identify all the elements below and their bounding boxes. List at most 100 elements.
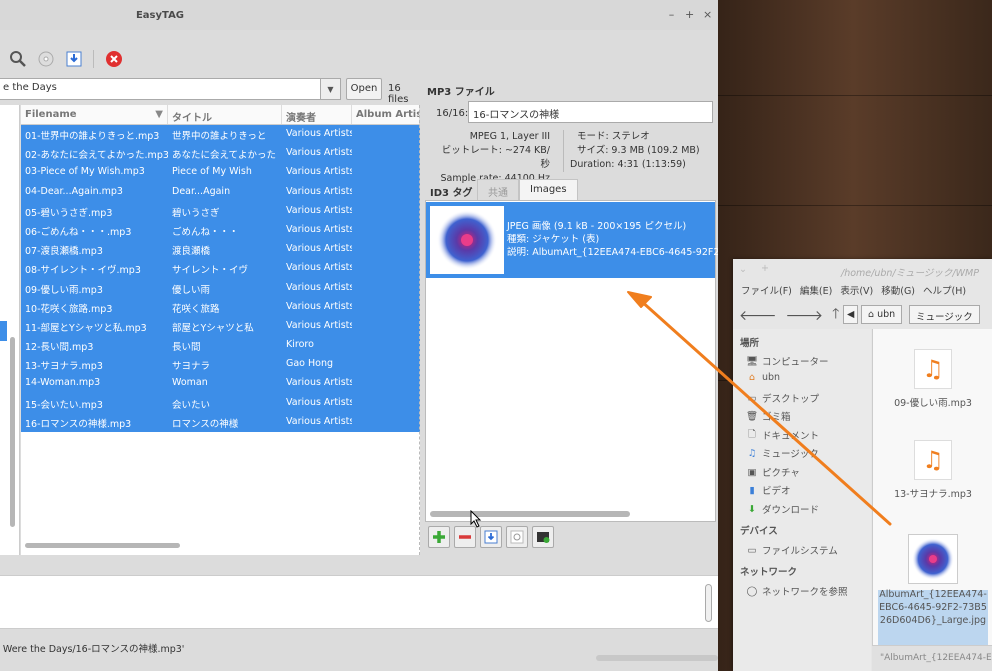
table-row[interactable]: 10-花咲く旅路.mp3 花咲く旅路 Various Artists xyxy=(21,297,420,317)
save-button[interactable] xyxy=(62,47,86,71)
minimize-button[interactable]: – xyxy=(667,8,676,21)
sidebar-item-trash[interactable]: 🗑 ゴミ箱 xyxy=(745,409,791,424)
tree-scrollbar[interactable] xyxy=(10,337,15,527)
file-item-selected[interactable]: AlbumArt_{12EEA474- EBC6-4645-92F2-73B5 … xyxy=(873,534,992,627)
sidebar-item-downloads[interactable]: ⬇ ダウンロード xyxy=(746,502,819,517)
up-icon[interactable]: 🡑 xyxy=(832,303,839,327)
document-icon: 🗋 xyxy=(748,429,756,440)
sidebar-item-videos[interactable]: ▮ ビデオ xyxy=(746,483,790,498)
images-scrollbar[interactable] xyxy=(430,511,630,517)
column-title[interactable]: タイトル xyxy=(168,105,282,124)
trash-icon: 🗑 xyxy=(745,410,759,422)
column-album-artist[interactable]: Album Artist xyxy=(352,105,420,124)
tab-common[interactable]: 共通 xyxy=(477,179,519,200)
devices-heading: デバイス xyxy=(740,526,778,537)
table-row[interactable]: 14-Woman.mp3 Woman Various Artists xyxy=(21,374,420,394)
menu-edit[interactable]: 編集(E) xyxy=(800,283,832,297)
status-bar: e Were the Days/16-ロマンスの神様.mp3' xyxy=(0,644,185,655)
network-heading: ネットワーク xyxy=(740,567,798,578)
fm-sidebar: 場所 🖥 コンピューター ⌂ ubn ▭ デスクトップ 🗑 ゴミ箱 🗋 ドキュメント ♫ ミ… xyxy=(733,329,871,671)
back-icon[interactable]: 🡐 xyxy=(739,307,777,324)
sidebar-item-network[interactable]: ◯ ネットワークを参照 xyxy=(746,584,848,599)
properties-icon xyxy=(510,530,524,544)
save-image-button[interactable] xyxy=(480,526,502,548)
easytag-window: EasyTAG – + × e the Days ▼ Open 16 files xyxy=(0,0,718,671)
forward-icon[interactable]: 🡒 xyxy=(786,307,824,324)
table-row[interactable]: 05-碧いうさぎ.mp3 碧いうさぎ Various Artists xyxy=(21,201,420,221)
table-row[interactable]: 11-部屋とYシャツと私.mp3 部屋とYシャツと私 Various Artists xyxy=(21,316,420,337)
path-input[interactable]: e the Days xyxy=(0,78,321,100)
tab-images[interactable]: Images xyxy=(519,179,578,200)
fm-titlebar[interactable]: ⌄ + /home/ubn/ミュージック/WMP xyxy=(733,259,992,281)
titlebar[interactable]: EasyTAG – + × xyxy=(0,0,718,30)
table-row[interactable]: 06-ごめんね・・・.mp3 ごめんね・・・ Various Artists xyxy=(21,220,420,241)
crumb-music[interactable]: ミュージック xyxy=(909,305,980,324)
image-toolbar xyxy=(428,526,554,550)
table-row[interactable]: 03-Piece of My Wish.mp3 Piece of My Wish V… xyxy=(21,163,420,183)
table-row[interactable]: 02-あなたに会えてよかった.mp3 あなたに会えてよかった Various Art… xyxy=(21,144,420,164)
crumb-prev-button[interactable]: ◀ xyxy=(843,305,859,324)
menu-go[interactable]: 移動(G) xyxy=(881,283,915,297)
tag-panel: MP3 ファイル 16/16: 16-ロマンスの神様 MPEG 1, Layer… xyxy=(424,78,718,555)
sidebar-item-pictures[interactable]: ▣ ピクチャ xyxy=(746,465,800,480)
sidebar-item-documents[interactable]: 🗋 ドキュメント xyxy=(746,428,819,442)
file-item[interactable]: ♫ 09-優しい雨.mp3 xyxy=(873,349,992,409)
table-row[interactable]: 12-長い間.mp3 長い間 Kiroro xyxy=(21,336,420,356)
apply-image-button[interactable] xyxy=(532,526,554,548)
column-filename[interactable]: Filename ▼ xyxy=(21,105,168,124)
path-dropdown[interactable]: ▼ xyxy=(320,78,341,100)
file-manager-window: ⌄ + /home/ubn/ミュージック/WMP ファイル(F) 編集(E) 表… xyxy=(733,259,992,671)
filename-field[interactable]: 16-ロマンスの神様 xyxy=(468,101,713,123)
add-image-button[interactable] xyxy=(428,526,450,548)
table-row[interactable]: 01-世界中の誰よりきっと.mp3 世界中の誰よりきっと Various Artis… xyxy=(21,125,420,145)
sort-down-icon: ▼ xyxy=(155,109,163,120)
table-row[interactable]: 08-サイレント・イヴ.mp3 サイレント・イヴ Various Artists xyxy=(21,259,420,279)
search-button[interactable] xyxy=(6,47,30,71)
table-row[interactable]: 13-サヨナラ.mp3 サヨナラ Gao Hong xyxy=(21,355,420,375)
file-item[interactable]: ♫ 13-サヨナラ.mp3 xyxy=(873,440,992,500)
minus-icon xyxy=(459,535,471,539)
fm-pin-icon[interactable]: + xyxy=(761,263,769,274)
album-art-image xyxy=(437,210,497,270)
sidebar-item-music[interactable]: ♫ ミュージック xyxy=(746,446,819,461)
file-list: Filename ▼ タイトル 演奏者 Album Artist 01-世界中の… xyxy=(21,105,420,555)
image-properties-button[interactable] xyxy=(506,526,528,548)
stop-button[interactable] xyxy=(102,47,126,71)
open-button[interactable]: Open xyxy=(346,78,382,100)
images-list[interactable]: JPEG 画像 (9.1 kB - 200×195 ピクセル) 種類: ジャケッ… xyxy=(425,200,718,522)
table-row[interactable]: 09-優しい雨.mp3 優しい雨 Various Artists xyxy=(21,278,420,298)
table-row[interactable]: 15-会いたい.mp3 会いたい Various Artists xyxy=(21,393,420,413)
image-item[interactable]: JPEG 画像 (9.1 kB - 200×195 ピクセル) 種類: ジャケッ… xyxy=(426,202,718,278)
menu-file[interactable]: ファイル(F) xyxy=(741,283,792,297)
pane-separator xyxy=(419,105,420,555)
cd-icon xyxy=(38,51,54,67)
maximize-button[interactable]: + xyxy=(685,8,694,21)
close-button[interactable]: × xyxy=(703,8,712,21)
close-circle-icon xyxy=(106,51,122,67)
fm-window-menu-icon[interactable]: ⌄ xyxy=(739,264,747,275)
download-icon: ⬇ xyxy=(748,503,756,515)
table-row[interactable]: 04-Dear...Again.mp3 Dear...Again Various A… xyxy=(21,182,420,202)
column-artist[interactable]: 演奏者 xyxy=(282,105,352,124)
sidebar-item-filesystem[interactable]: ▭ ファイルシステム xyxy=(746,543,838,558)
log-scrollbar[interactable] xyxy=(705,584,712,622)
remove-image-button[interactable] xyxy=(454,526,476,548)
video-icon: ▮ xyxy=(749,484,755,496)
cd-button[interactable] xyxy=(34,47,58,71)
sidebar-item-computer[interactable]: 🖥 コンピューター xyxy=(746,354,829,369)
album-art-image xyxy=(912,538,954,580)
file-list-scrollbar[interactable] xyxy=(25,543,180,548)
browser-bar: e the Days ▼ Open 16 files xyxy=(0,78,420,105)
file-type-heading: MP3 ファイル xyxy=(427,87,495,98)
mouse-cursor-icon xyxy=(470,510,482,528)
table-row[interactable]: 07-渡良瀬橋.mp3 渡良瀬橋 Various Artists xyxy=(21,240,420,260)
tree-selected-item[interactable] xyxy=(0,321,7,341)
sidebar-item-home[interactable]: ⌂ ubn xyxy=(746,372,780,383)
sidebar-item-desktop[interactable]: ▭ デスクトップ xyxy=(746,391,820,406)
menu-view[interactable]: 表示(V) xyxy=(840,283,873,297)
crumb-ubn[interactable]: ⌂ ubn xyxy=(861,305,903,324)
menu-help[interactable]: ヘルプ(H) xyxy=(923,283,966,297)
directory-tree[interactable] xyxy=(0,105,20,555)
fm-file-view: ♫ 09-優しい雨.mp3 ♫ 13-サヨナラ.mp3 AlbumArt_{12… xyxy=(872,329,992,671)
table-row[interactable]: 16-ロマンスの神様.mp3 ロマンスの神様 Various Artists xyxy=(21,412,420,432)
